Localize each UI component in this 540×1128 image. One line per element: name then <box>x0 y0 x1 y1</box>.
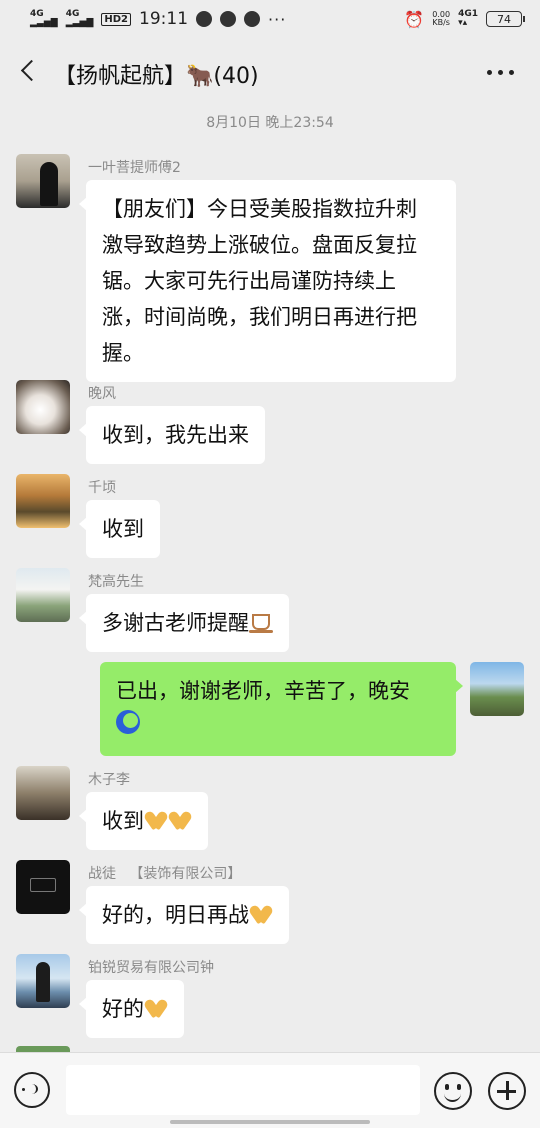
voice-input-icon[interactable] <box>14 1072 50 1108</box>
message-input[interactable] <box>66 1065 420 1115</box>
more-options-icon[interactable] <box>487 70 514 75</box>
battery-icon: 74 <box>486 11 525 27</box>
message-bubble[interactable]: 收到 <box>79 792 208 850</box>
sender-name: 铂锐贸易有限公司钟 <box>88 960 214 976</box>
more-actions-plus-icon[interactable] <box>488 1072 526 1110</box>
avatar[interactable] <box>16 154 70 208</box>
message-text: 好的，明日再战 <box>102 903 249 927</box>
message-bubble[interactable]: 收到 <box>79 500 160 558</box>
message-bubble[interactable]: 已出，谢谢老师，辛苦了，晚安 <box>100 662 463 756</box>
status-bar: 4G ▂▃▅▇ 4G ▂▃▅▇ HD2 19:11 ··· ⏰ 0.00 KB/s … <box>0 0 540 38</box>
net-speed: 0.00 KB/s <box>432 10 451 27</box>
praying-hands-icon <box>168 809 192 831</box>
signal-strength-2: 4G ▂▃▅▇ <box>65 9 94 28</box>
message-text: 已出，谢谢老师，辛苦了，晚安 <box>116 679 410 703</box>
coffee-icon <box>249 611 273 633</box>
avatar[interactable] <box>470 662 524 716</box>
notification-icon <box>220 11 237 27</box>
avatar[interactable] <box>16 474 70 528</box>
home-indicator <box>170 1120 370 1124</box>
avatar[interactable] <box>16 380 70 434</box>
message-bubble[interactable]: 【朋友们】今日受美股指数拉升刺 激导致趋势上涨破位。盘面反复拉 锯。大家可先行出… <box>79 180 456 382</box>
message-text: 收到 <box>102 809 144 833</box>
back-arrow-icon[interactable] <box>16 60 38 82</box>
message-line: 锯。大家可先行出局谨防持续上 <box>102 269 396 293</box>
sender-name: 一叶菩提师傅2 <box>88 160 181 176</box>
chat-header: 【扬帆起航】🐂(40) <box>0 38 540 106</box>
sender-name: 木子李 <box>88 772 130 788</box>
input-bar <box>0 1052 540 1128</box>
avatar[interactable] <box>16 954 70 1008</box>
emoji-icon[interactable] <box>434 1072 472 1110</box>
message-text: 好的 <box>102 997 144 1021</box>
sender-name: 晚风 <box>88 386 116 402</box>
sender-name: 战徒 【装饰有限公司】 <box>88 866 242 882</box>
avatar[interactable] <box>16 860 70 914</box>
clock: 19:11 <box>139 9 189 29</box>
avatar[interactable] <box>16 766 70 820</box>
message-text: 收到，我先出来 <box>102 423 249 447</box>
sender-name: 千顷 <box>88 480 116 496</box>
message-line: 涨，时间尚晚，我们明日再进行把 <box>102 305 417 329</box>
avatar[interactable] <box>16 568 70 622</box>
message-bubble[interactable]: 好的 <box>79 980 184 1038</box>
message-line: 握。 <box>102 341 144 365</box>
notification-icon <box>196 11 213 27</box>
signal-strength-1: 4G ▂▃▅▇ <box>30 9 58 28</box>
sender-company: 【装饰有限公司】 <box>129 866 242 882</box>
hd-indicator: HD2 <box>101 12 132 26</box>
message-line: 激导致趋势上涨破位。盘面反复拉 <box>102 233 417 257</box>
more-notifications-icon: ··· <box>268 9 287 29</box>
message-bubble[interactable]: 好的，明日再战 <box>79 886 289 944</box>
crescent-moon-icon <box>116 710 140 734</box>
sender-name: 梵高先生 <box>88 574 144 590</box>
praying-hands-icon <box>144 809 168 831</box>
message-bubble[interactable]: 多谢古老师提醒 <box>79 594 289 652</box>
message-bubble[interactable]: 收到，我先出来 <box>79 406 265 464</box>
message-text: 多谢古老师提醒 <box>102 611 249 635</box>
message-line: 【朋友们】今日受美股指数拉升刺 <box>102 197 417 221</box>
notification-icon <box>244 11 261 27</box>
praying-hands-icon <box>249 903 273 925</box>
message-text: 收到 <box>102 517 144 541</box>
net-type: 4G1 ▾▴ <box>458 9 478 28</box>
chat-title: 【扬帆起航】🐂(40) <box>54 64 259 89</box>
time-divider: 8月10日 晚上23:54 <box>206 115 334 131</box>
praying-hands-icon <box>144 997 168 1019</box>
alarm-icon: ⏰ <box>404 9 425 29</box>
